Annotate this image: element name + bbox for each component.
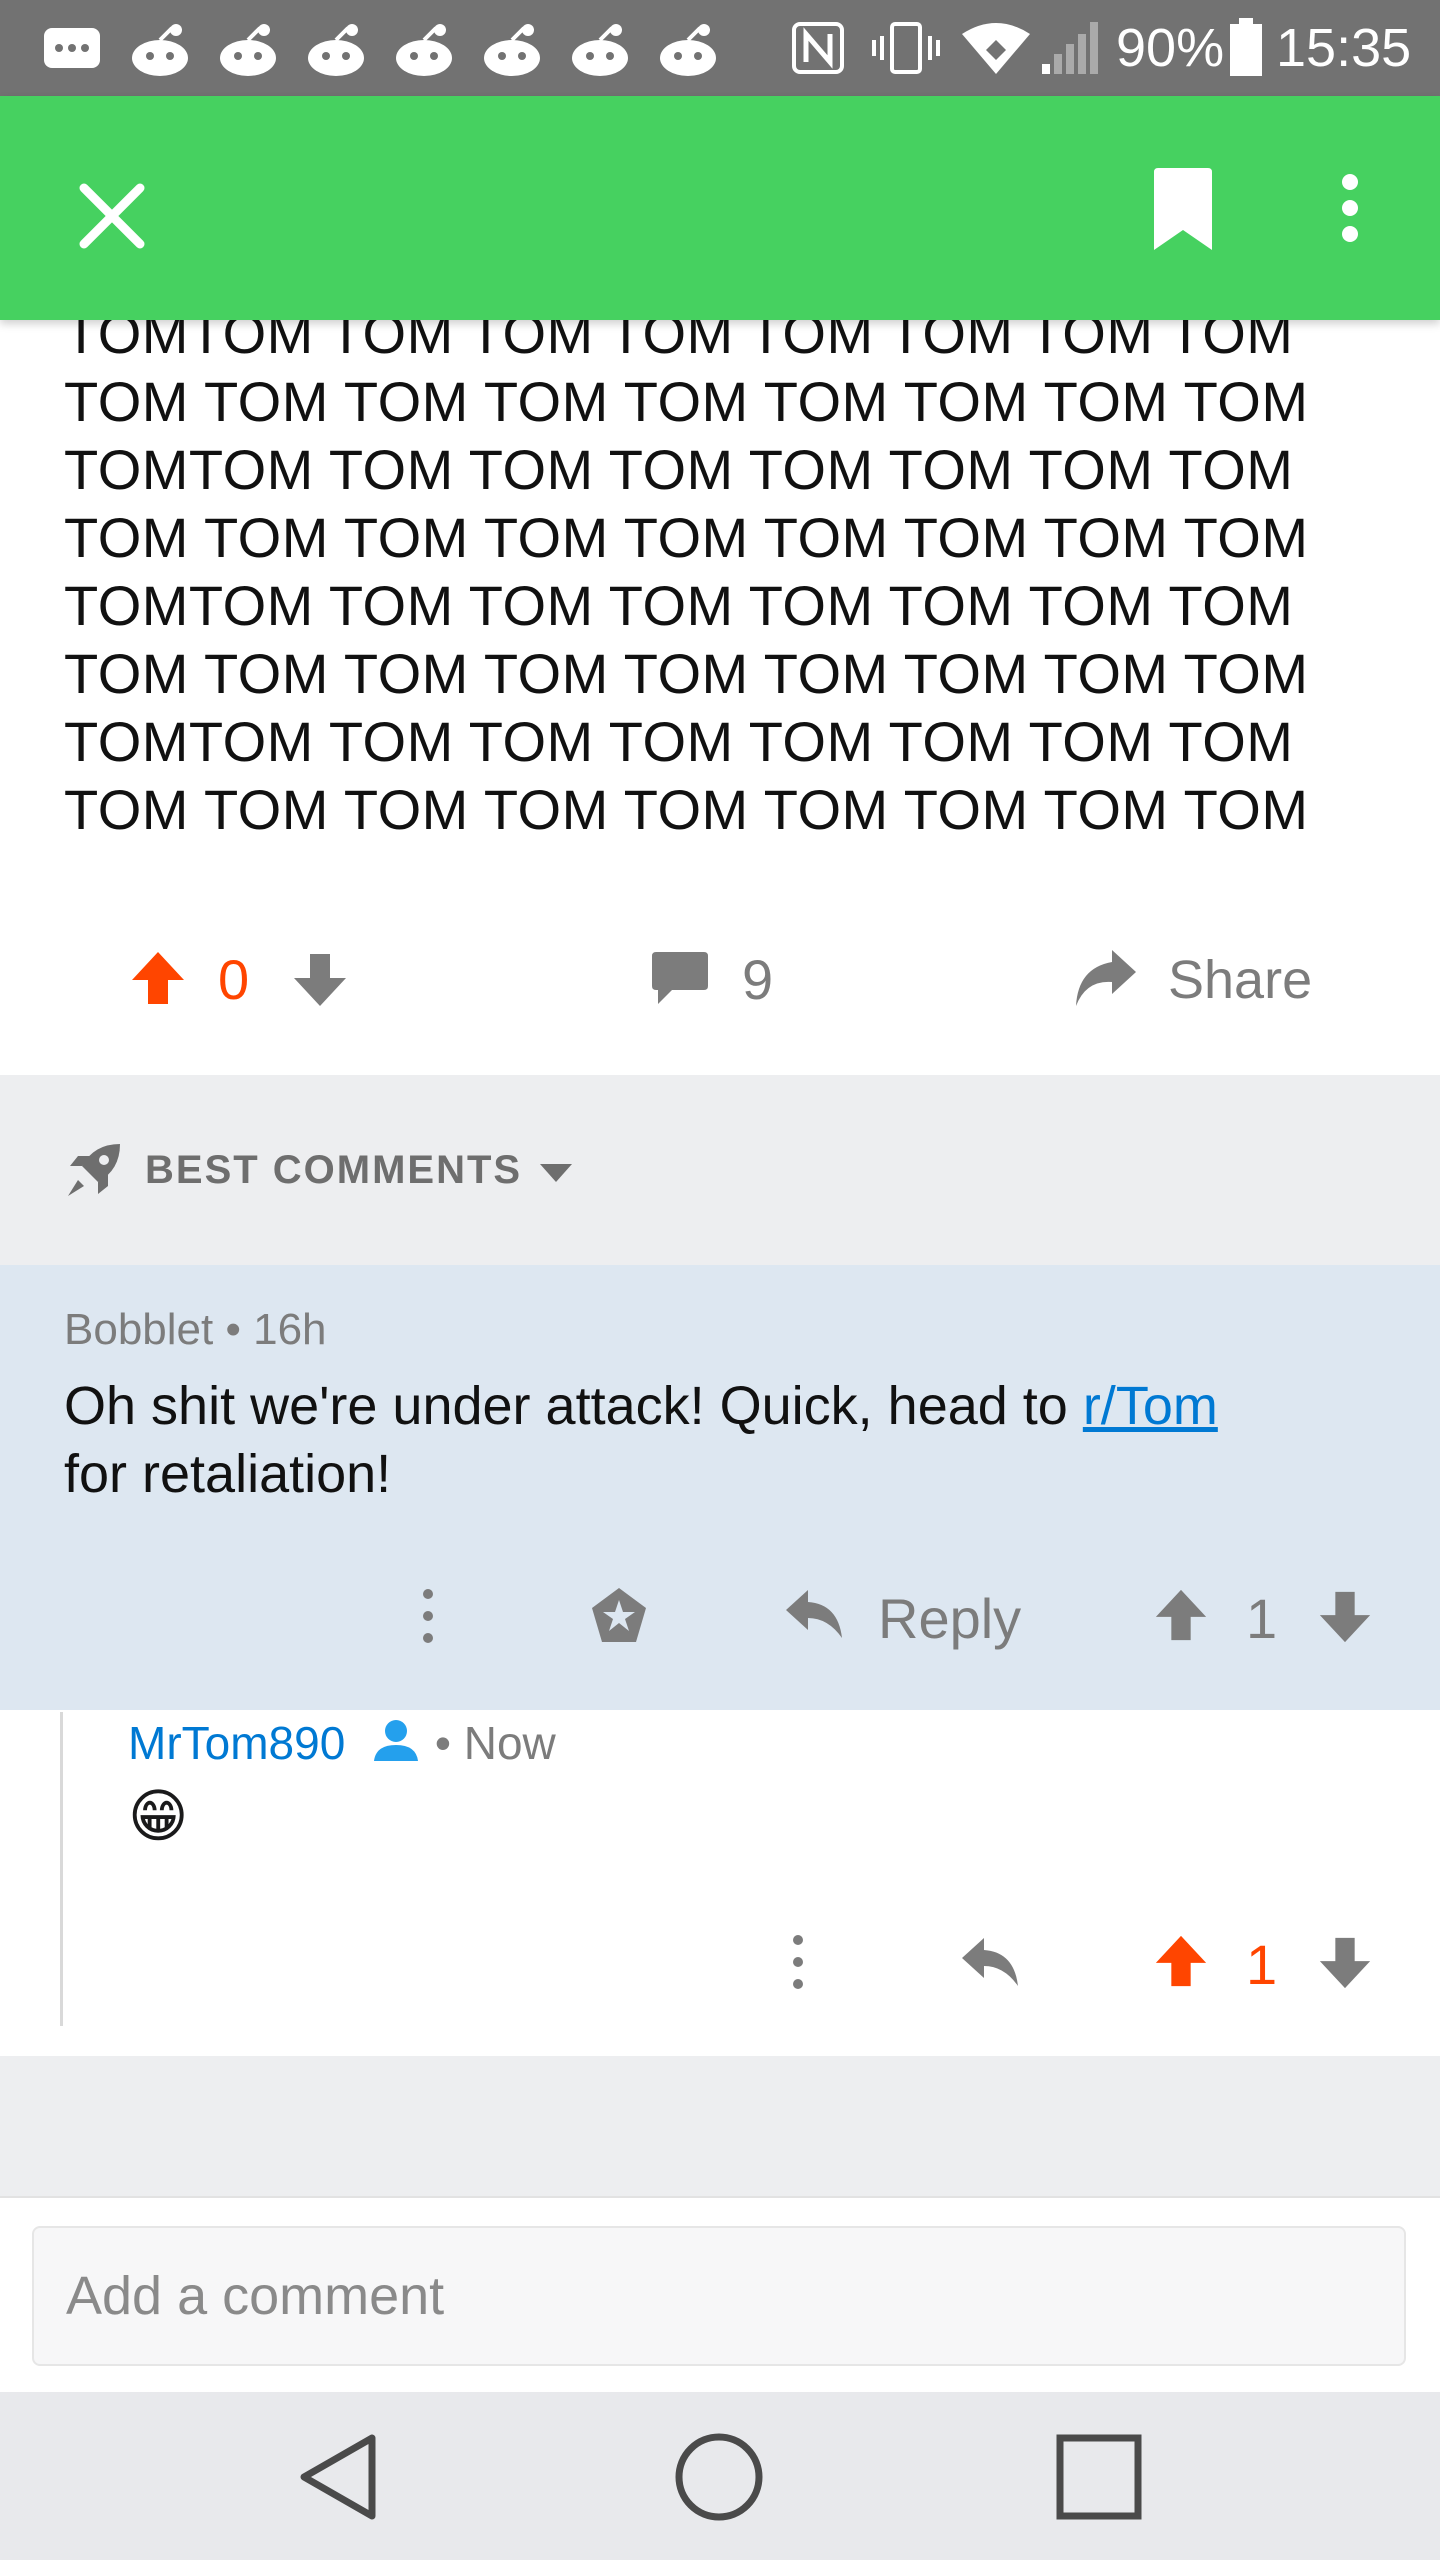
share-button[interactable]: Share <box>1168 950 1312 1010</box>
reddit-icon <box>660 24 716 76</box>
comment-body: Oh shit we're under attack! Quick, head … <box>64 1372 1384 1508</box>
downvote-icon[interactable] <box>1316 1934 1374 1992</box>
home-icon[interactable] <box>674 2432 764 2522</box>
signal-icon <box>1042 22 1098 74</box>
comment-icon[interactable] <box>650 950 710 1006</box>
vibrate-icon <box>872 22 940 74</box>
reddit-icon <box>396 24 452 76</box>
reply-icon[interactable] <box>784 1588 844 1640</box>
share-icon[interactable] <box>1072 948 1138 1008</box>
add-comment-input[interactable] <box>32 2226 1406 2366</box>
more-vert-icon[interactable] <box>416 1588 440 1644</box>
content-end-spacer <box>0 2056 1440 2196</box>
comment-age: 16h <box>253 1305 327 1354</box>
reddit-icon <box>308 24 364 76</box>
comment-score: 1 <box>1246 1587 1278 1650</box>
comment-author[interactable]: MrTom890 <box>128 1717 345 1769</box>
more-vert-icon[interactable] <box>1330 172 1370 244</box>
close-icon[interactable] <box>76 180 148 252</box>
comment-age: Now <box>463 1717 556 1769</box>
bookmark-icon[interactable] <box>1150 166 1216 252</box>
battery-icon <box>1230 18 1262 76</box>
comment-meta: MrTom890 • Now <box>128 1712 556 1774</box>
clock: 15:35 <box>1276 18 1412 78</box>
comment-author[interactable]: Bobblet <box>64 1305 213 1354</box>
upvote-icon[interactable] <box>1152 1586 1210 1644</box>
comment-score: 1 <box>1246 1933 1278 1996</box>
meta-separator: • <box>434 1717 464 1769</box>
award-icon[interactable] <box>588 1586 650 1646</box>
comment-count[interactable]: 9 <box>742 950 773 1010</box>
battery-percent: 90% <box>1116 18 1225 78</box>
system-nav-bar <box>0 2392 1440 2560</box>
reply-icon[interactable] <box>960 1936 1020 1988</box>
upvote-icon[interactable] <box>128 948 188 1008</box>
back-icon[interactable] <box>296 2432 382 2522</box>
reddit-icon <box>572 24 628 76</box>
app-bar <box>0 96 1440 320</box>
comment-text-continued: for retaliation! <box>64 1444 392 1504</box>
reply-button[interactable]: Reply <box>878 1586 1021 1651</box>
comment-meta: Bobblet • 16h <box>64 1305 327 1355</box>
wifi-icon <box>962 23 1030 74</box>
recents-icon[interactable] <box>1056 2434 1142 2520</box>
reddit-icon <box>220 24 276 76</box>
rocket-icon <box>68 1144 120 1196</box>
subreddit-link[interactable]: r/Tom <box>1083 1376 1218 1436</box>
user-icon <box>374 1720 419 1761</box>
message-icon <box>44 28 100 68</box>
post-score: 0 <box>218 948 250 1011</box>
post-body-text: TOMTOM TOM TOM TOM TOM TOM TOM TOM TOM T… <box>64 302 1309 841</box>
more-vert-icon[interactable] <box>786 1934 810 1990</box>
status-bar: 90% 15:35 <box>0 0 1440 96</box>
reddit-icon <box>484 24 540 76</box>
comment-text: Oh shit we're under attack! Quick, head … <box>64 1376 1083 1436</box>
sort-label[interactable]: BEST COMMENTS <box>145 1148 522 1193</box>
downvote-icon[interactable] <box>1316 1588 1374 1646</box>
reddit-icon <box>132 24 188 76</box>
upvote-icon[interactable] <box>1152 1932 1210 1990</box>
meta-separator: • <box>225 1305 254 1354</box>
comment-emoji: 😁 <box>128 1784 189 1849</box>
thread-indent-line[interactable] <box>60 1712 63 2026</box>
nfc-icon <box>792 22 844 74</box>
chevron-down-icon[interactable] <box>538 1162 574 1184</box>
downvote-icon[interactable] <box>290 950 350 1010</box>
